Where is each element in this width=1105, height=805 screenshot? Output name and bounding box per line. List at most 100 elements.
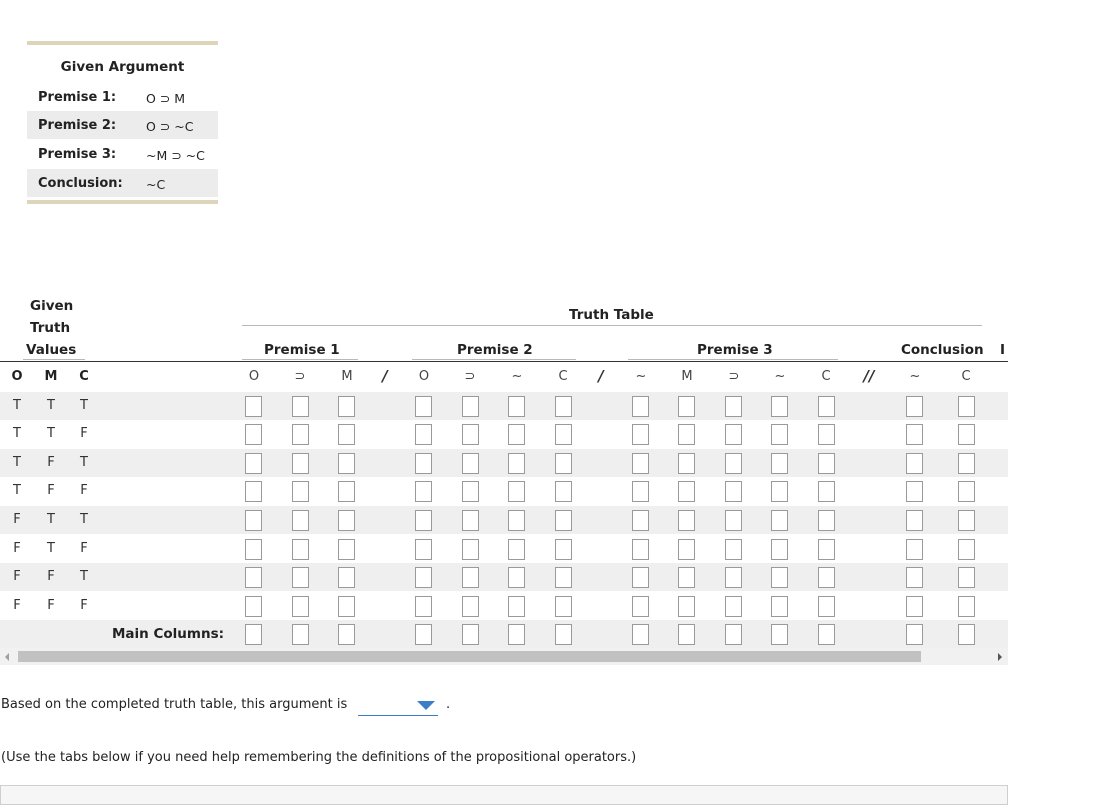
scroll-left-arrow-icon[interactable]	[5, 653, 9, 661]
answer-input[interactable]	[292, 396, 309, 417]
answer-input[interactable]	[958, 567, 975, 588]
answer-input[interactable]	[771, 567, 788, 588]
answer-input[interactable]	[555, 567, 572, 588]
answer-input[interactable]	[771, 481, 788, 502]
answer-input[interactable]	[632, 396, 649, 417]
answer-input[interactable]	[462, 596, 479, 617]
answer-input[interactable]	[555, 481, 572, 502]
operator-tabs-panel[interactable]	[0, 785, 1008, 805]
answer-input[interactable]	[906, 539, 923, 560]
answer-input[interactable]	[415, 396, 432, 417]
answer-input[interactable]	[555, 424, 572, 445]
answer-input[interactable]	[508, 596, 525, 617]
answer-input[interactable]	[555, 453, 572, 474]
main-column-input[interactable]	[958, 624, 975, 645]
answer-input[interactable]	[725, 396, 742, 417]
horizontal-scrollbar[interactable]	[0, 648, 1008, 665]
answer-input[interactable]	[678, 567, 695, 588]
answer-input[interactable]	[508, 396, 525, 417]
answer-input[interactable]	[958, 424, 975, 445]
answer-input[interactable]	[958, 453, 975, 474]
answer-input[interactable]	[771, 396, 788, 417]
answer-input[interactable]	[338, 567, 355, 588]
answer-input[interactable]	[958, 596, 975, 617]
main-column-input[interactable]	[555, 624, 572, 645]
answer-input[interactable]	[508, 481, 525, 502]
answer-input[interactable]	[678, 481, 695, 502]
answer-input[interactable]	[632, 596, 649, 617]
main-column-input[interactable]	[415, 624, 432, 645]
answer-input[interactable]	[338, 510, 355, 531]
answer-input[interactable]	[818, 510, 835, 531]
answer-input[interactable]	[292, 567, 309, 588]
answer-input[interactable]	[292, 481, 309, 502]
answer-input[interactable]	[415, 596, 432, 617]
answer-input[interactable]	[818, 453, 835, 474]
answer-input[interactable]	[462, 567, 479, 588]
answer-input[interactable]	[338, 396, 355, 417]
answer-input[interactable]	[906, 424, 923, 445]
answer-input[interactable]	[678, 453, 695, 474]
answer-input[interactable]	[818, 539, 835, 560]
answer-input[interactable]	[958, 539, 975, 560]
answer-input[interactable]	[818, 567, 835, 588]
answer-input[interactable]	[906, 596, 923, 617]
answer-input[interactable]	[508, 510, 525, 531]
answer-input[interactable]	[292, 453, 309, 474]
answer-input[interactable]	[958, 510, 975, 531]
answer-input[interactable]	[958, 396, 975, 417]
main-column-input[interactable]	[771, 624, 788, 645]
answer-input[interactable]	[508, 424, 525, 445]
answer-input[interactable]	[245, 510, 262, 531]
answer-input[interactable]	[906, 510, 923, 531]
answer-input[interactable]	[906, 453, 923, 474]
answer-input[interactable]	[725, 481, 742, 502]
answer-input[interactable]	[725, 567, 742, 588]
answer-input[interactable]	[555, 396, 572, 417]
answer-input[interactable]	[725, 596, 742, 617]
answer-input[interactable]	[555, 510, 572, 531]
answer-input[interactable]	[632, 510, 649, 531]
answer-input[interactable]	[462, 453, 479, 474]
answer-input[interactable]	[338, 481, 355, 502]
answer-input[interactable]	[245, 539, 262, 560]
answer-input[interactable]	[462, 424, 479, 445]
answer-input[interactable]	[462, 510, 479, 531]
answer-input[interactable]	[462, 481, 479, 502]
answer-input[interactable]	[555, 539, 572, 560]
answer-input[interactable]	[771, 539, 788, 560]
answer-input[interactable]	[508, 453, 525, 474]
main-column-input[interactable]	[725, 624, 742, 645]
answer-input[interactable]	[415, 510, 432, 531]
answer-input[interactable]	[338, 424, 355, 445]
answer-input[interactable]	[292, 596, 309, 617]
answer-input[interactable]	[245, 424, 262, 445]
answer-input[interactable]	[338, 539, 355, 560]
answer-input[interactable]	[245, 481, 262, 502]
answer-input[interactable]	[292, 539, 309, 560]
answer-input[interactable]	[338, 453, 355, 474]
answer-input[interactable]	[678, 596, 695, 617]
scroll-right-arrow-icon[interactable]	[998, 653, 1002, 661]
answer-input[interactable]	[906, 567, 923, 588]
answer-input[interactable]	[958, 481, 975, 502]
answer-input[interactable]	[771, 424, 788, 445]
answer-input[interactable]	[771, 453, 788, 474]
answer-input[interactable]	[678, 396, 695, 417]
answer-input[interactable]	[818, 396, 835, 417]
main-column-input[interactable]	[338, 624, 355, 645]
answer-input[interactable]	[245, 396, 262, 417]
answer-input[interactable]	[771, 596, 788, 617]
answer-input[interactable]	[678, 424, 695, 445]
answer-input[interactable]	[245, 567, 262, 588]
answer-input[interactable]	[725, 424, 742, 445]
answer-input[interactable]	[632, 567, 649, 588]
answer-input[interactable]	[725, 539, 742, 560]
answer-input[interactable]	[462, 396, 479, 417]
dropdown-arrow-icon[interactable]	[417, 701, 435, 710]
answer-input[interactable]	[415, 453, 432, 474]
answer-input[interactable]	[508, 567, 525, 588]
answer-input[interactable]	[906, 481, 923, 502]
answer-input[interactable]	[245, 596, 262, 617]
scrollbar-thumb[interactable]	[18, 651, 921, 662]
